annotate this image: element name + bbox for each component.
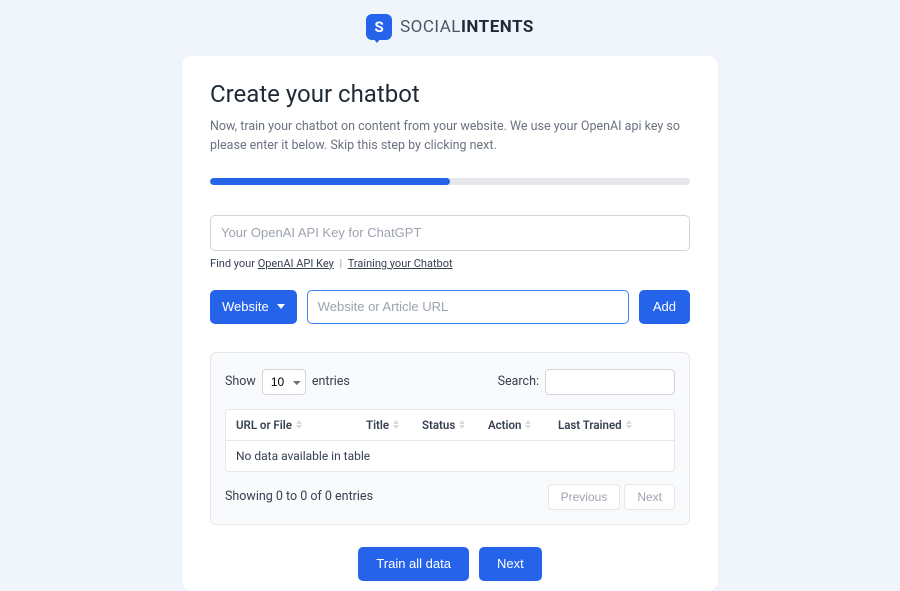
progress-fill <box>210 178 450 185</box>
sort-icon <box>525 420 531 429</box>
brand-logo-letter: S <box>374 18 383 36</box>
brand-header: S SOCIALINTENTS <box>0 0 900 56</box>
table-empty-row: No data available in table <box>226 441 674 471</box>
training-table-panel: Show 10 entries Search: URL or File Titl… <box>210 352 690 525</box>
table-controls: Show 10 entries Search: <box>225 369 675 395</box>
openai-api-key-input[interactable] <box>210 215 690 251</box>
sort-icon <box>393 420 399 429</box>
page-subtitle: Now, train your chatbot on content from … <box>210 118 690 156</box>
api-help-text: Find your OpenAI API Key | Training your… <box>210 257 690 270</box>
col-status[interactable]: Status <box>422 418 488 432</box>
brand-name: SOCIALINTENTS <box>400 17 534 37</box>
source-type-dropdown[interactable]: Website <box>210 290 297 324</box>
sort-icon <box>296 420 302 429</box>
table-footer: Showing 0 to 0 of 0 entries Previous Nex… <box>225 484 675 510</box>
page-title: Create your chatbot <box>210 80 690 108</box>
next-page-button[interactable]: Next <box>624 484 675 510</box>
training-chatbot-link[interactable]: Training your Chatbot <box>348 257 453 270</box>
entries-select[interactable]: 10 <box>262 369 306 395</box>
table-search-input[interactable] <box>545 369 675 395</box>
col-action[interactable]: Action <box>488 418 558 432</box>
pagination: Previous Next <box>548 484 675 510</box>
progress-bar <box>210 178 690 185</box>
search-control: Search: <box>498 369 675 395</box>
prev-page-button[interactable]: Previous <box>548 484 621 510</box>
col-url[interactable]: URL or File <box>236 418 366 432</box>
chevron-down-icon <box>277 304 285 309</box>
brand-logo-icon: S <box>366 14 392 40</box>
col-last-trained[interactable]: Last Trained <box>558 418 664 432</box>
add-source-button[interactable]: Add <box>639 290 690 324</box>
entries-control: Show 10 entries <box>225 369 350 395</box>
footer-actions: Train all data Next <box>210 547 690 591</box>
col-title[interactable]: Title <box>366 418 422 432</box>
next-step-button[interactable]: Next <box>479 547 542 581</box>
openai-key-link[interactable]: OpenAI API Key <box>258 257 334 270</box>
table-info: Showing 0 to 0 of 0 entries <box>225 489 373 504</box>
source-row: Website Add <box>210 290 690 324</box>
table-header-row: URL or File Title Status Action Last Tra… <box>226 410 674 441</box>
train-all-button[interactable]: Train all data <box>358 547 469 581</box>
sort-icon <box>626 420 632 429</box>
source-url-input[interactable] <box>307 290 629 324</box>
training-data-table: URL or File Title Status Action Last Tra… <box>225 409 675 472</box>
main-card: Create your chatbot Now, train your chat… <box>182 56 718 591</box>
sort-icon <box>459 420 465 429</box>
